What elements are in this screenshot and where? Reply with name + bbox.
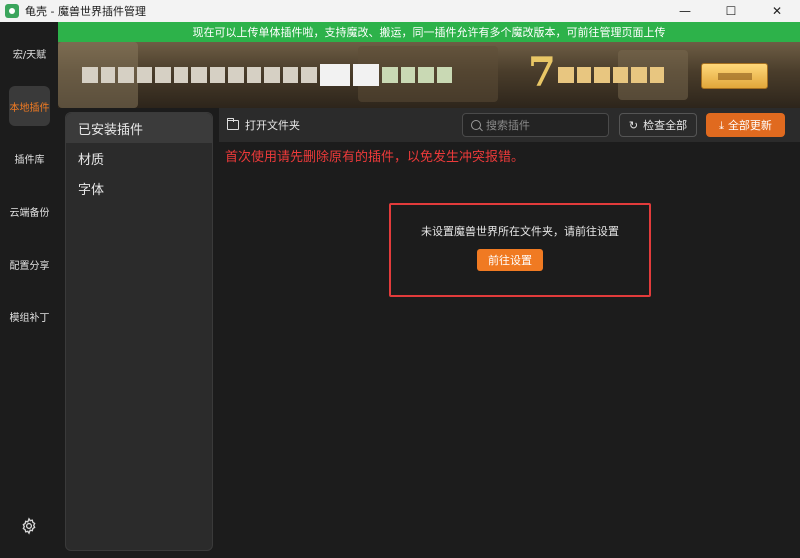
update-all-label: 全部更新 — [727, 119, 772, 132]
empty-state-message: 未设置魔兽世界所在文件夹，请前往设置 — [421, 225, 619, 238]
minimize-button[interactable]: — — [662, 0, 708, 22]
nav-item-mod-patch[interactable]: 模组补丁 — [9, 296, 50, 336]
search-box[interactable] — [462, 113, 609, 137]
banner-pixelated-text-2 — [558, 63, 688, 87]
category-panel: 已安装插件 材质 字体 — [65, 112, 213, 551]
category-fonts[interactable]: 字体 — [66, 173, 212, 203]
nav-item-cloud-backup[interactable]: 云端备份 — [9, 191, 50, 231]
nav-item-addon-library[interactable]: 插件库 — [9, 138, 50, 178]
side-navigation: 宏/天赋 本地插件 插件库 云端备份 配置分享 模组补丁 — [0, 22, 58, 558]
banner-number: 7 — [528, 49, 556, 96]
check-all-button[interactable]: ↻ 检查全部 — [619, 113, 697, 137]
category-textures[interactable]: 材质 — [66, 143, 212, 173]
maximize-button[interactable]: ☐ — [708, 0, 754, 22]
nav-item-macro-talent[interactable]: 宏/天赋 — [9, 33, 50, 73]
nav-item-config-share[interactable]: 配置分享 — [9, 244, 50, 284]
search-input[interactable] — [486, 118, 596, 132]
banner-action-badge[interactable] — [701, 63, 768, 89]
download-icon: ⤓ — [719, 118, 724, 132]
search-icon — [471, 120, 481, 130]
announcement-bar[interactable]: 现在可以上传单体插件啦，支持魔改、搬运，同一插件允许有多个魔改版本，可前往管理页… — [58, 22, 800, 42]
update-all-button[interactable]: ⤓ 全部更新 — [706, 113, 785, 137]
gear-icon[interactable] — [18, 515, 40, 537]
refresh-icon: ↻ — [628, 118, 639, 132]
empty-state-panel: 未设置魔兽世界所在文件夹，请前往设置 前往设置 — [389, 203, 651, 297]
category-installed-addons[interactable]: 已安装插件 — [66, 113, 212, 143]
promo-banner[interactable]: 7 — [58, 42, 800, 108]
warning-message: 首次使用请先删除原有的插件，以免发生冲突报错。 — [225, 150, 525, 165]
nav-item-local-addons[interactable]: 本地插件 — [9, 86, 50, 126]
window-title: 龟壳 - 魔兽世界插件管理 — [25, 5, 146, 18]
app-logo-icon — [5, 4, 19, 18]
goto-settings-button[interactable]: 前往设置 — [477, 249, 543, 271]
close-button[interactable]: ✕ — [754, 0, 800, 22]
toolbar: 打开文件夹 ↻ 检查全部 ⤓ 全部更新 — [219, 108, 800, 142]
title-bar: 龟壳 - 魔兽世界插件管理 — ☐ ✕ — [0, 0, 800, 22]
check-all-label: 检查全部 — [643, 119, 688, 132]
open-folder-button[interactable]: 打开文件夹 — [227, 117, 300, 133]
open-folder-label: 打开文件夹 — [245, 119, 300, 132]
window-controls: — ☐ ✕ — [662, 0, 800, 22]
folder-icon — [227, 118, 239, 130]
